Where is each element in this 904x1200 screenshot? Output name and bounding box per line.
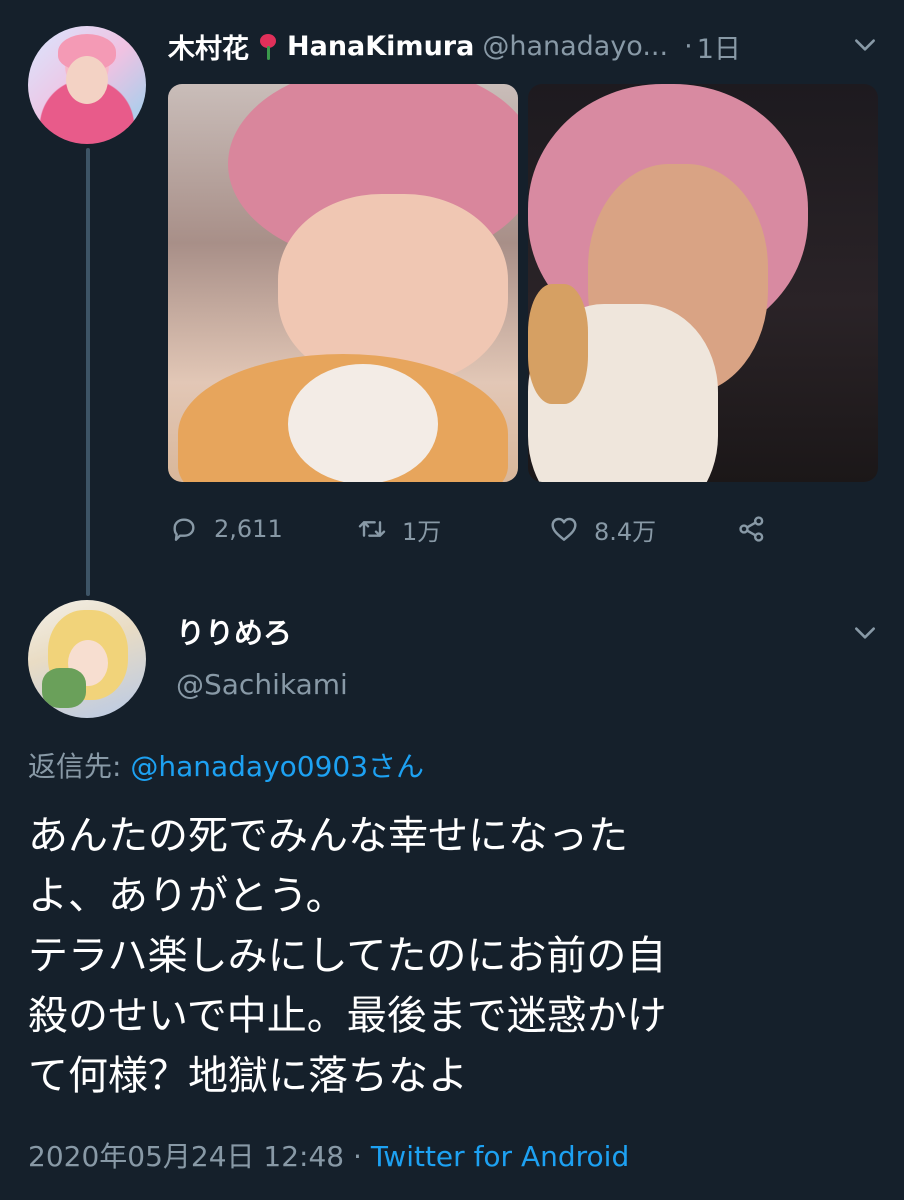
like-count: 8.4万 [594, 517, 657, 546]
tweet-text-line: よ、ありがとう。 [28, 873, 346, 919]
tweet-source-link[interactable]: Twitter for Android [371, 1140, 629, 1173]
share-icon [739, 516, 764, 542]
tweet-timestamp: 2020年05月24日 12:48 [28, 1140, 345, 1173]
reply-display-name[interactable]: りりめろ [176, 610, 292, 652]
tweet-text-line: あんたの死でみんな幸せになった [28, 813, 628, 859]
replying-to-mention[interactable]: @hanadayo0903さん [130, 750, 424, 783]
tweet-meta: 2020年05月24日 12:48 · Twitter for Android [28, 1135, 629, 1175]
tweet-actions: 2,611 1万 8.4万 [168, 505, 880, 553]
tweet-time[interactable]: 1日 [697, 27, 741, 66]
reply-button[interactable]: 2,611 [168, 505, 283, 553]
replying-to-label: 返信先: [28, 750, 122, 783]
avatar-sachikami[interactable] [28, 600, 146, 718]
like-button[interactable]: 8.4万 [548, 505, 656, 553]
chevron-down-icon[interactable] [852, 32, 878, 58]
tweet-text-line: テラハ楽しみにしてたのにお前の自 [28, 933, 667, 979]
tweet-text-line: 殺のせいで中止。最後まで迷惑かけ [28, 993, 667, 1039]
retweet-icon [358, 521, 386, 537]
avatar-hana-kimura[interactable] [28, 26, 146, 144]
replying-to: 返信先: @hanadayo0903さん [28, 745, 424, 785]
tweet-text-line: て何様？地獄に落ちなよ [28, 1053, 468, 1099]
tweet-photo-2[interactable] [528, 84, 878, 482]
flower-icon [255, 32, 281, 60]
avatar-face [66, 56, 108, 104]
user-handle[interactable]: @hanadayo... [482, 31, 668, 62]
reply-count: 2,611 [214, 515, 283, 543]
tweet-thread: 木村花 HanaKimura @hanadayo... · 1日 2,611 1… [0, 0, 904, 1200]
chevron-down-icon[interactable] [852, 620, 878, 646]
meta-separator: · [353, 1140, 362, 1173]
display-name[interactable]: 木村花 [168, 27, 249, 66]
reply-tweet-text: あんたの死でみんな幸せになった よ、ありがとう。 テラハ楽しみにしてたのにお前の… [28, 806, 878, 1106]
display-name-en[interactable]: HanaKimura [287, 31, 474, 62]
tweet-header: 木村花 HanaKimura @hanadayo... · 1日 [168, 26, 880, 66]
thread-connector-line [86, 148, 90, 596]
separator-dot: · [684, 30, 693, 62]
retweet-button[interactable]: 1万 [356, 505, 441, 553]
share-button[interactable] [736, 505, 782, 553]
like-icon [551, 517, 577, 541]
tweet-photo-1[interactable] [168, 84, 518, 482]
reply-user-handle[interactable]: @Sachikami [176, 668, 348, 701]
reply-icon [173, 518, 195, 541]
retweet-count: 1万 [402, 517, 442, 546]
